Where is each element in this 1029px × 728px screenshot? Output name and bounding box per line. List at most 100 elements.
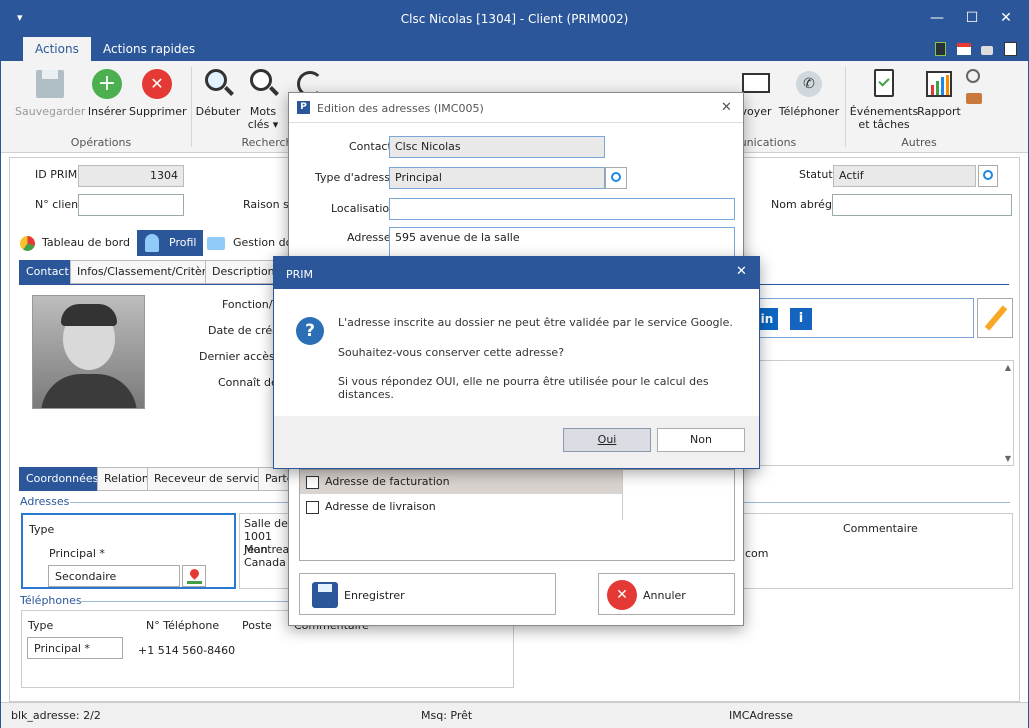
tab-receveur[interactable]: Receveur de service — [147, 467, 273, 491]
phone-icon: ✆ — [792, 67, 826, 101]
notes-area[interactable]: ▲ ▼ — [750, 360, 1014, 466]
localisation-field[interactable] — [389, 198, 735, 220]
edit-button[interactable] — [977, 298, 1013, 338]
client-number-field[interactable] — [78, 194, 184, 216]
maximize-button[interactable]: ☐ — [962, 9, 982, 27]
prim-logo-icon: P — [297, 101, 310, 114]
address-row-principal[interactable]: Principal * — [49, 547, 105, 560]
prim-confirm-dialog: PRIM ✕ ? L'adresse inscrite au dossier n… — [273, 256, 760, 469]
phone-button[interactable]: ✆ Téléphoner — [777, 67, 841, 118]
address-dialog-titlebar: P Edition des adresses (IMC005) ✕ — [289, 93, 743, 123]
phone-row-number[interactable]: +1 514 560-8460 — [138, 644, 235, 657]
tab-coordonnees[interactable]: Coordonnées — [19, 467, 106, 491]
ribbon-separator-2 — [845, 67, 846, 147]
delete-button[interactable]: ✕ Supprimer — [129, 67, 187, 118]
statut-field[interactable]: Actif — [833, 165, 976, 187]
prim-dialog-close[interactable]: ✕ — [736, 264, 747, 279]
type-adresse-field[interactable]: Principal — [389, 167, 605, 189]
prim-dialog-title: PRIM — [286, 268, 314, 281]
address-options-grid: Adresse de facturation Adresse de livrai… — [299, 469, 735, 561]
tab-gestion-doc[interactable]: Gestion doc — [207, 231, 298, 255]
type-adresse-search-button[interactable] — [605, 167, 627, 189]
oui-button[interactable]: Oui — [563, 428, 651, 452]
livraison-checkbox[interactable] — [306, 500, 319, 514]
insert-button[interactable]: + Insérer — [87, 67, 127, 118]
tab-description[interactable]: Description — [205, 260, 282, 284]
scroll-down-icon[interactable]: ▼ — [1005, 454, 1011, 463]
id-label: ID PRIM — [35, 168, 78, 181]
prim-message-line-3: Si vous répondez OUI, elle ne pourra êtr… — [338, 375, 709, 401]
tab-contact[interactable]: Contact — [19, 260, 76, 284]
clock-icon[interactable] — [966, 69, 980, 83]
pencil-icon — [984, 305, 1008, 331]
toolbar-icons — [931, 41, 1021, 57]
phone-type-header: Type — [28, 619, 54, 632]
lock-icon[interactable] — [981, 46, 993, 55]
nom-abrege-field[interactable] — [832, 194, 1012, 216]
facturation-checkbox[interactable] — [306, 475, 319, 489]
eject-icon[interactable] — [1004, 42, 1017, 56]
start-button[interactable]: Débuter — [195, 67, 241, 118]
tab-actions[interactable]: Actions — [23, 37, 91, 61]
contact-field[interactable]: Clsc Nicolas — [389, 136, 605, 158]
keywords-button[interactable]: Mots clés ▾ — [245, 67, 281, 131]
contact-label: Contact — [349, 140, 392, 153]
status-left: blk_adresse: 2/2 — [11, 709, 101, 722]
question-icon: ? — [296, 317, 324, 345]
non-button[interactable]: Non — [657, 428, 745, 452]
livraison-row[interactable]: Adresse de livraison — [300, 495, 622, 519]
minimize-button[interactable]: — — [927, 9, 947, 27]
tab-profil[interactable]: Profil — [137, 230, 203, 256]
scroll-up-icon[interactable]: ▲ — [1005, 363, 1011, 372]
address-type-grid: Type Principal * Secondaire — [21, 513, 236, 589]
clipboard-icon — [867, 67, 901, 101]
calendar-icon[interactable] — [957, 43, 971, 55]
cancel-icon: ✕ — [607, 580, 637, 610]
report-button[interactable]: Rapport — [917, 67, 961, 118]
annuler-button[interactable]: ✕ Annuler — [598, 573, 735, 615]
floppy-icon — [33, 67, 67, 101]
dashboard-icon — [20, 236, 35, 251]
email-fragment: com — [745, 547, 769, 560]
adresses-section-title: Adresses — [20, 495, 70, 508]
prim-message-line-2: Souhaitez-vous conserver cette adresse? — [338, 346, 565, 359]
facturation-row[interactable]: Adresse de facturation — [300, 470, 622, 494]
delete-icon: ✕ — [140, 67, 174, 101]
statut-label: Statut — [799, 168, 833, 181]
phone-number-header: N° Téléphone — [146, 619, 220, 632]
statut-search-button[interactable] — [978, 165, 998, 187]
user-icon — [145, 234, 159, 252]
address-dialog-title: Edition des adresses (IMC005) — [317, 102, 484, 115]
map-pin-icon — [188, 567, 201, 580]
toolbox-icon[interactable] — [966, 93, 982, 104]
save-button[interactable]: Sauvegarder — [15, 67, 85, 118]
tab-infos[interactable]: Infos/Classement/Critères — [70, 260, 226, 284]
events-button[interactable]: Événements et tâches — [849, 67, 919, 131]
phone-row-type[interactable]: Principal * — [27, 637, 123, 659]
nom-abrege-label: Nom abrégé — [771, 198, 839, 211]
group-operations: Opérations — [70, 136, 132, 149]
phone-poste-header: Poste — [242, 619, 272, 632]
phones-section-title: Téléphones — [20, 594, 82, 607]
date-creation-label: Date de créat — [208, 324, 284, 337]
id-field[interactable]: 1304 — [78, 165, 184, 187]
tab-tableau-de-bord[interactable]: Tableau de bord — [20, 231, 130, 255]
address-row-secondaire[interactable]: Secondaire — [48, 565, 180, 587]
address-comment-grid: Commentaire com — [738, 513, 1013, 589]
close-button[interactable]: ✕ — [996, 9, 1016, 27]
enregistrer-button[interactable]: Enregistrer — [299, 573, 556, 615]
info-icon[interactable]: i — [790, 308, 812, 330]
tab-actions-rapides[interactable]: Actions rapides — [91, 37, 207, 61]
magnifier-icon — [201, 67, 235, 101]
window-title: Clsc Nicolas [1304] - Client (PRIM002) — [400, 12, 629, 26]
calculator-icon[interactable] — [935, 42, 946, 56]
status-right: IMCAdresse — [729, 709, 794, 722]
social-panel — [750, 298, 974, 338]
search-icon — [983, 170, 993, 180]
localisation-label: Localisation — [331, 202, 397, 215]
prim-message-line-1: L'adresse inscrite au dossier ne peut êt… — [338, 316, 733, 329]
map-pin-button[interactable] — [182, 565, 206, 587]
envelope-icon — [739, 67, 773, 101]
menu-bar: Actions Actions rapides — [1, 37, 1028, 61]
address-dialog-close[interactable]: ✕ — [721, 100, 732, 115]
